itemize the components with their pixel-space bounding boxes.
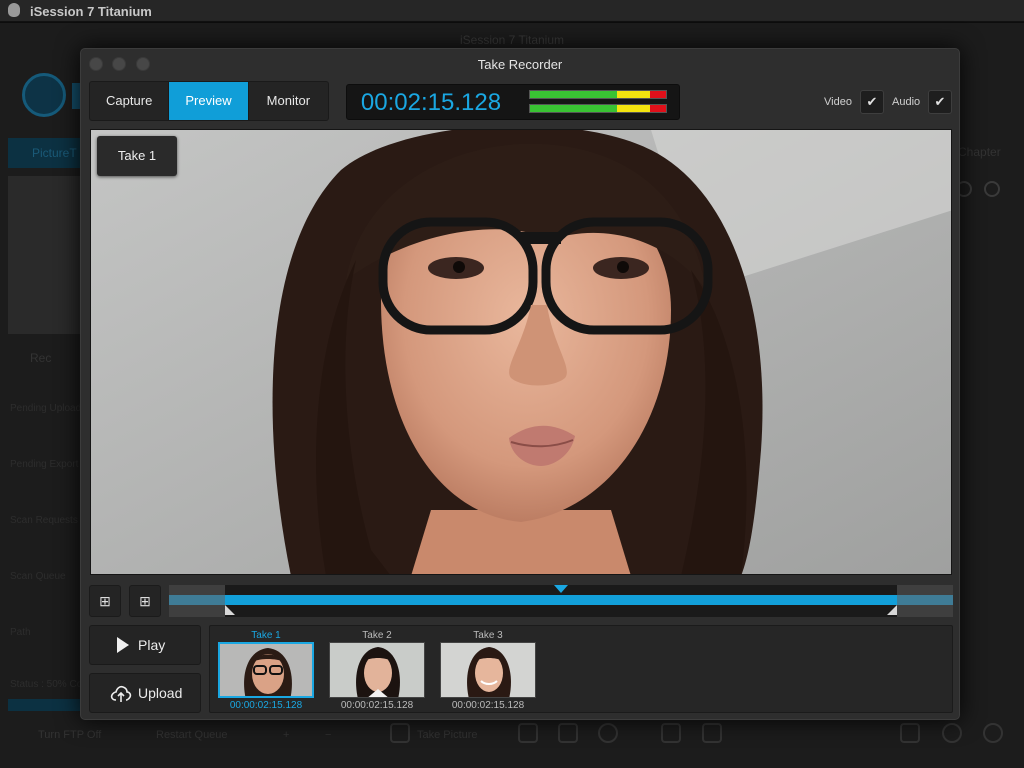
take-thumbnail[interactable]: Take 2 00:00:02:15.128 [329,630,425,712]
tab-preview[interactable]: Preview [169,82,249,120]
background-ftp-button: Turn FTP Off [38,729,102,741]
mode-segmented-control: Capture Preview Monitor [89,81,329,121]
trim-start-icon: ⊞ [99,593,111,609]
meter-red-segment [649,91,666,98]
trim-start-button[interactable]: ⊞ [89,585,121,617]
background-take-picture: Take Picture [417,729,478,741]
background-download-icon [661,723,681,743]
background-upload-icon [702,723,722,743]
apple-icon[interactable] [8,3,20,17]
audio-level-meters [527,88,669,118]
tab-capture[interactable]: Capture [90,82,170,120]
trim-end-icon: ⊞ [139,593,151,609]
play-button[interactable]: Play [89,625,201,665]
trim-end-button[interactable]: ⊞ [129,585,161,617]
cloud-upload-icon [110,685,132,702]
meter-yellow-segment [617,105,650,112]
checkmark-icon: ✔ [934,94,946,109]
background-portrait-icon [900,723,920,743]
background-pending-export: Pending Export [10,459,79,470]
background-refresh-icon [983,723,1003,743]
background-camera-icon [390,723,410,743]
upload-label: Upload [138,685,183,701]
tab-monitor[interactable]: Monitor [249,82,328,120]
play-icon [117,637,129,653]
background-remove-icon: − [325,729,332,741]
playhead-marker[interactable] [554,585,568,593]
timeline-track [169,595,953,605]
dialog-title: Take Recorder [477,57,563,72]
take-thumbnail[interactable]: Take 1 00:00:02:15.128 [218,630,314,712]
background-bottom-toolbar: Turn FTP Off Restart Queue + − Take Pict… [0,720,1024,768]
background-gauge-icon [598,723,618,743]
meter-yellow-segment [617,91,650,98]
takes-strip: Take 1 00:00:02:15.128 Take 2 00:00:02:1… [209,625,953,713]
app-menu-name[interactable]: iSession 7 Titanium [30,4,152,19]
upload-button[interactable]: Upload [89,673,201,713]
background-path: Path [10,627,31,638]
background-side-tab: PictureT [8,138,82,168]
take-duration: 00:00:02:15.128 [340,700,414,711]
background-record-icon [942,723,962,743]
background-scan-requests: Scan Requests [10,515,78,526]
take-thumbnail[interactable]: Take 3 00:00:02:15.128 [440,630,536,712]
app-logo-icon [22,73,66,117]
video-preview[interactable]: Take 1 [90,129,952,575]
timecode-display: 00:02:15.128 [360,89,502,116]
timecode-panel: 00:02:15.128 [346,84,680,120]
checkmark-icon: ✔ [866,94,878,109]
take-label: Take 3 [473,630,503,641]
audio-checkbox[interactable]: ✔ [928,90,952,114]
background-window-title: iSession 7 Titanium [459,33,565,47]
take-thumbnail-image [329,642,425,698]
background-box-icon [518,723,538,743]
background-restart-button: Restart Queue [156,729,228,741]
video-label: Video [824,96,852,108]
meter-red-segment [649,105,666,112]
audio-meter-left [529,90,667,99]
portrait-video-frame [91,130,951,574]
trim-in-handle[interactable] [225,605,236,615]
background-search-icon [984,181,1000,197]
background-chapter-label: Chapter [958,145,1001,159]
menu-bar: iSession 7 Titanium [0,0,1024,22]
take-thumbnail-image [218,642,314,698]
trimmed-region-end [896,585,953,617]
take-label: Take 2 [362,630,392,641]
trimmed-region-start [169,585,226,617]
take-label: Take 1 [251,630,281,641]
trim-out-handle[interactable] [886,605,897,615]
take-badge: Take 1 [97,136,177,176]
background-pending-uploads: Pending Uploads [10,403,87,414]
take-duration: 00:00:02:15.128 [451,700,525,711]
background-add-icon: + [283,729,290,741]
meter-green-segment [530,91,618,98]
take-recorder-dialog: Take Recorder Capture Preview Monitor 00… [80,48,960,720]
take-thumbnail-image [440,642,536,698]
background-side-thumbnail [8,176,80,334]
audio-meter-right [529,104,667,113]
take-duration: 00:00:02:15.128 [229,700,303,711]
audio-label: Audio [892,96,921,108]
background-wrench-icon [558,723,578,743]
background-scan-queue: Scan Queue [10,571,66,582]
meter-green-segment [530,105,618,112]
background-rec-label: Rec [30,351,52,365]
play-label: Play [138,637,166,653]
background-progress-bar [8,699,80,711]
video-checkbox[interactable]: ✔ [860,90,884,114]
timeline-scrubber[interactable] [169,585,953,617]
dialog-titlebar: Take Recorder [81,49,959,79]
